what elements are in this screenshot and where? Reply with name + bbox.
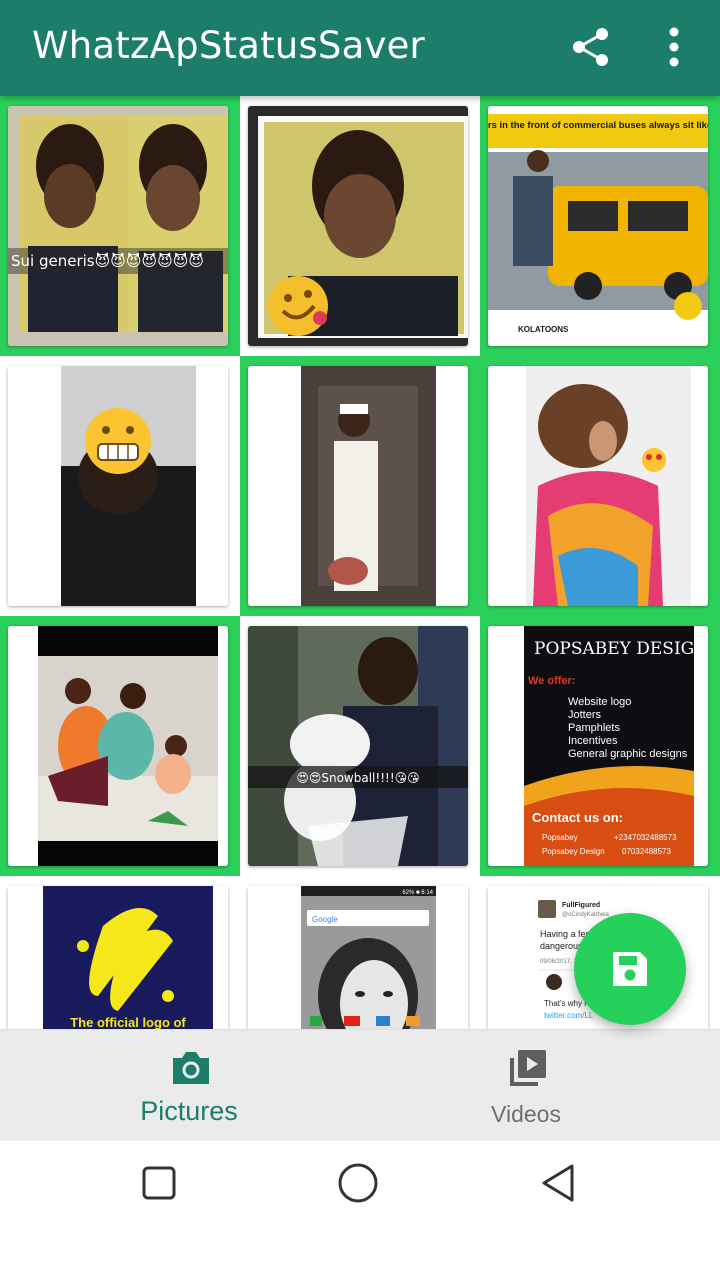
status-image-9: POPSABEY DESIGN We offer: Website logo J… <box>488 626 708 866</box>
thumbnail-card[interactable] <box>8 626 228 866</box>
thumbnail-card[interactable]: POPSABEY DESIGN We offer: Website logo J… <box>488 626 708 866</box>
thumbnail-card[interactable]: 62% ■ 6:14 Google <box>248 886 468 1029</box>
app-bar: WhatzApStatusSaver <box>0 0 720 96</box>
handle-text: KOLATOONS <box>518 325 569 334</box>
tweet-date: 09/06/2017, 1 <box>540 959 577 965</box>
contact-item: Popsabey Design <box>542 847 605 856</box>
caption-text: Sui generis😈😈😈😈😈😈😈 <box>11 252 204 270</box>
grid-cell-1[interactable]: Sui generis😈😈😈😈😈😈😈 <box>0 96 240 356</box>
search-label: Google <box>312 915 338 924</box>
brand-text: POPSABEY DESIGN <box>534 639 708 659</box>
contact-item: +2347032488573 <box>614 833 677 842</box>
camera-icon <box>173 1052 209 1084</box>
thumbnail-card[interactable]: Why do passengers in the front of commer… <box>488 106 708 346</box>
contact-title: Contact us on: <box>532 810 623 825</box>
tab-videos[interactable]: Videos <box>346 1030 706 1142</box>
more-vert-icon[interactable] <box>660 26 688 68</box>
thumbnail-card[interactable] <box>488 366 708 606</box>
app-title: WhatzApStatusSaver <box>32 24 425 67</box>
grid-cell-4[interactable] <box>0 356 240 616</box>
headline-text: Why do passengers in the front of commer… <box>488 120 708 131</box>
grid-cell-9[interactable]: POPSABEY DESIGN We offer: Website logo J… <box>480 616 720 876</box>
tab-videos-label: Videos <box>491 1101 561 1127</box>
back-icon[interactable] <box>537 1161 581 1205</box>
grid-cell-10[interactable]: The official logo of <box>0 876 240 1029</box>
system-navigation-bar <box>0 1141 720 1284</box>
save-icon <box>613 952 647 986</box>
contact-item: 07032488573 <box>622 847 671 856</box>
offer-item: Jotters <box>568 709 602 721</box>
bottom-navigation: Pictures Videos <box>0 1029 720 1141</box>
thumbnail-card[interactable] <box>248 366 468 606</box>
grid-cell-11[interactable]: 62% ■ 6:14 Google <box>240 876 480 1029</box>
status-image-8: 😍😍Snowball!!!!😘😘 <box>248 626 468 866</box>
thumbnail-card[interactable]: The official logo of <box>8 886 228 1029</box>
app-root: WhatzApStatusSaver Sui generis😈😈😈😈😈😈😈 rs… <box>0 0 720 1284</box>
grid-cell-3[interactable]: Why do passengers in the front of commer… <box>480 96 720 356</box>
status-image-1: Sui generis😈😈😈😈😈😈😈 <box>8 106 228 346</box>
status-image-2 <box>248 106 468 346</box>
offer-item: Website logo <box>568 696 631 708</box>
status-image-3: Why do passengers in the front of commer… <box>488 106 708 346</box>
grid-cell-6[interactable] <box>480 356 720 616</box>
tweet-link: twitter.com/LL <box>544 1011 594 1020</box>
contact-item: Popsabey <box>542 833 578 842</box>
home-icon[interactable] <box>336 1161 380 1205</box>
status-text: 62% ■ 6:14 <box>402 890 433 896</box>
grid-cell-2[interactable] <box>240 96 480 356</box>
status-image-6 <box>488 366 708 606</box>
status-image-4 <box>8 366 228 606</box>
save-button[interactable] <box>574 913 686 1025</box>
status-image-7 <box>8 626 228 866</box>
status-image-11: 62% ■ 6:14 Google <box>248 886 468 1029</box>
tweet-reply: That's why i <box>544 999 586 1008</box>
thumbnail-card[interactable] <box>248 106 468 346</box>
offer-title: We offer: <box>528 675 575 687</box>
grid-cell-7[interactable] <box>0 616 240 876</box>
grid-cell-5[interactable] <box>240 356 480 616</box>
tweet-user: FullFigured <box>562 902 600 909</box>
tweet-handle: @oCindyKabhela_ <box>562 912 613 918</box>
offer-item: Incentives <box>568 735 618 747</box>
caption-text: The official logo of <box>70 1015 186 1029</box>
status-grid: Sui generis😈😈😈😈😈😈😈 rs in the front of co… <box>0 96 720 1029</box>
thumbnail-card[interactable]: Sui generis😈😈😈😈😈😈😈 <box>8 106 228 346</box>
caption-text: 😍😍Snowball!!!!😘😘 <box>296 771 419 785</box>
status-image-5 <box>248 366 468 606</box>
video-library-icon <box>510 1050 546 1086</box>
thumbnail-card[interactable]: 😍😍Snowball!!!!😘😘 <box>248 626 468 866</box>
thumbnail-card[interactable] <box>8 366 228 606</box>
grid-cell-8[interactable]: 😍😍Snowball!!!!😘😘 <box>240 616 480 876</box>
offer-item: Pamphlets <box>568 722 620 734</box>
recent-apps-icon[interactable] <box>137 1161 181 1205</box>
offer-item: General graphic designs <box>568 748 688 760</box>
tab-pictures-label: Pictures <box>140 1096 238 1126</box>
status-image-10: The official logo of <box>8 886 228 1029</box>
tab-pictures[interactable]: Pictures <box>9 1030 369 1142</box>
share-icon[interactable] <box>570 26 612 68</box>
